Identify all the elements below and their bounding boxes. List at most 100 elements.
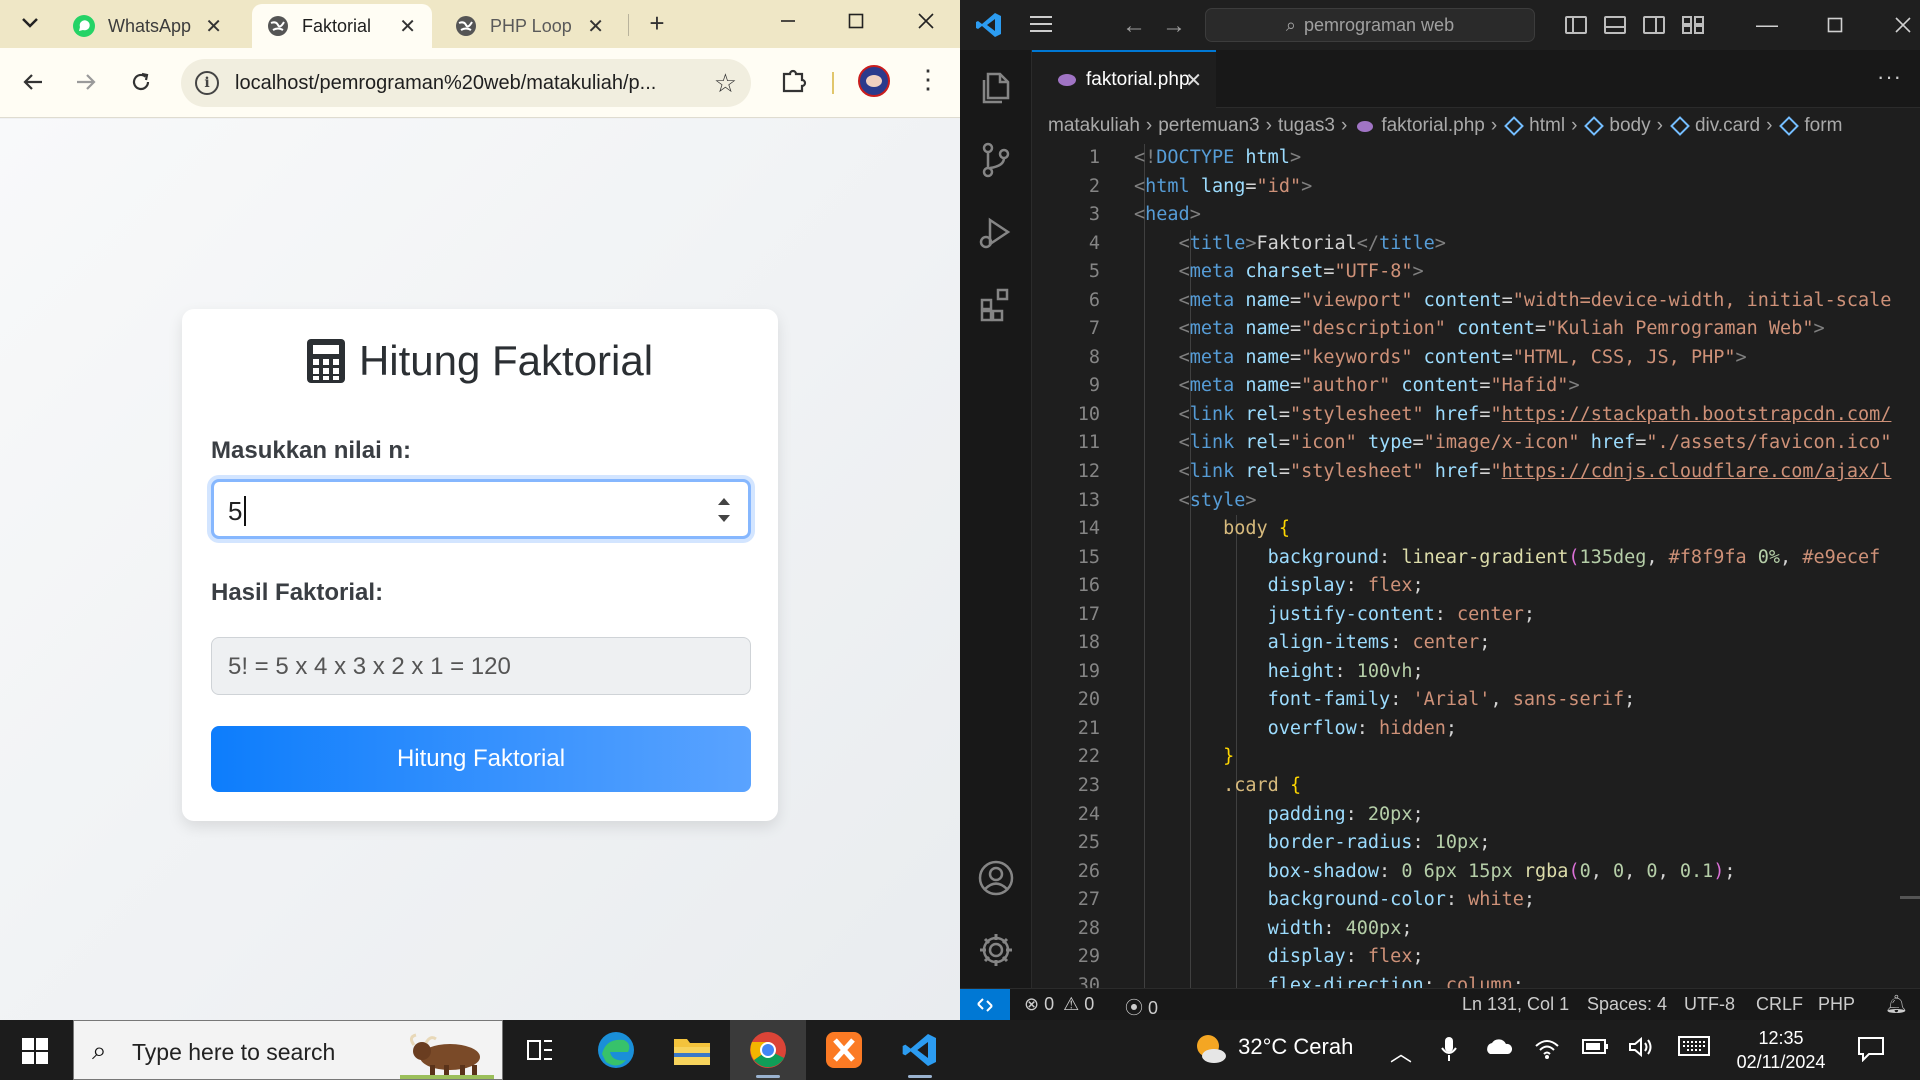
site-info-icon[interactable]: i xyxy=(195,71,219,95)
weather-widget[interactable]: 32°C Cerah xyxy=(1192,1032,1353,1064)
taskbar-edge[interactable] xyxy=(578,1020,654,1080)
url-text[interactable]: localhost/pemrograman%20web/matakuliah/p… xyxy=(235,72,685,95)
wifi-icon[interactable] xyxy=(1534,1036,1560,1066)
settings-gear-icon[interactable] xyxy=(976,930,1016,970)
indentation-status[interactable]: Spaces: 4 xyxy=(1587,994,1667,1015)
accounts-icon[interactable] xyxy=(976,858,1016,898)
tab-php-loop[interactable]: PHP Loop ✕ xyxy=(440,4,620,48)
notification-center-icon[interactable] xyxy=(1857,1036,1885,1068)
close-icon[interactable]: ✕ xyxy=(1185,68,1202,93)
more-actions-icon[interactable]: ··· xyxy=(1877,64,1902,90)
bell-icon[interactable]: 🔔︎ xyxy=(1885,994,1908,1015)
text-caret xyxy=(244,496,246,526)
reload-button[interactable] xyxy=(121,62,161,102)
problems-status[interactable]: ⊗ 0 ⚠ 0 xyxy=(1024,994,1094,1015)
extensions-icon[interactable] xyxy=(976,284,1016,324)
line-number: 9 xyxy=(1088,375,1100,397)
editor-tab-faktorial[interactable]: faktorial.php ✕ xyxy=(1032,50,1216,108)
chevron-up-icon[interactable]: ︿ xyxy=(1390,1036,1412,1068)
tab-faktorial[interactable]: Faktorial ✕ xyxy=(252,4,432,48)
line-number: 24 xyxy=(1077,803,1100,825)
taskbar-search-box[interactable]: ⌕ Type here to search xyxy=(73,1020,503,1080)
address-bar[interactable]: i localhost/pemrograman%20web/matakuliah… xyxy=(181,59,751,107)
maximize-button[interactable] xyxy=(826,0,886,42)
tab-search-button[interactable] xyxy=(12,6,48,40)
line-number: 1 xyxy=(1088,147,1100,168)
vscode-close-button[interactable] xyxy=(1883,8,1920,42)
task-view-button[interactable] xyxy=(502,1020,578,1080)
line-number: 30 xyxy=(1077,974,1100,988)
keyboard-icon[interactable] xyxy=(1678,1036,1710,1062)
tab-whatsapp[interactable]: WhatsApp ✕ xyxy=(58,4,238,48)
nav-forward-icon[interactable]: → xyxy=(1162,12,1186,40)
toggle-panel-icon[interactable] xyxy=(1604,16,1626,34)
language-mode[interactable]: PHP xyxy=(1818,994,1855,1015)
volume-icon[interactable] xyxy=(1628,1036,1654,1064)
breadcrumb-item[interactable]: matakuliah xyxy=(1048,115,1140,137)
remote-indicator[interactable] xyxy=(960,989,1010,1020)
extensions-puzzle-icon[interactable] xyxy=(780,66,808,94)
explorer-files-icon[interactable] xyxy=(976,68,1016,108)
back-button[interactable] xyxy=(13,62,53,102)
line-number: 6 xyxy=(1088,289,1100,311)
bull-illustration-icon xyxy=(400,1033,494,1079)
toggle-sidebar-icon[interactable] xyxy=(1565,16,1587,34)
microphone-icon[interactable] xyxy=(1440,1036,1458,1068)
web-page: Hitung Faktorial Masukkan nilai n: 5 Has… xyxy=(0,119,960,1020)
cursor-position[interactable]: Ln 131, Col 1 xyxy=(1462,994,1569,1015)
minimize-button[interactable] xyxy=(758,0,818,42)
close-icon[interactable]: ✕ xyxy=(399,14,416,39)
taskbar-vscode[interactable] xyxy=(882,1020,958,1080)
windows-start-icon[interactable] xyxy=(22,1038,48,1064)
line-number: 27 xyxy=(1077,889,1100,911)
number-spinner[interactable] xyxy=(718,496,732,524)
ports-status[interactable]: ⦿ 0 xyxy=(1125,994,1158,1020)
n-number-input[interactable]: 5 xyxy=(211,479,751,539)
source-control-icon[interactable] xyxy=(976,140,1016,180)
taskbar-clock[interactable]: 12:35 02/11/2024 xyxy=(1726,1026,1836,1074)
code-line: } xyxy=(1223,746,1235,768)
profile-avatar[interactable] xyxy=(858,65,890,97)
battery-icon[interactable] xyxy=(1582,1036,1610,1062)
bookmark-star-icon[interactable]: ☆ xyxy=(714,68,737,99)
eol-status[interactable]: CRLF xyxy=(1756,994,1803,1015)
command-center-search[interactable]: ⌕ pemrograman web xyxy=(1205,8,1535,42)
code-lines: <!DOCTYPE html> <html lang="id"> <head> … xyxy=(1134,144,1920,988)
taskbar-xampp[interactable] xyxy=(806,1020,882,1080)
run-debug-icon[interactable] xyxy=(976,212,1016,252)
breadcrumb-item[interactable]: form xyxy=(1804,115,1842,137)
code-line: width: 400px; xyxy=(1267,917,1413,939)
close-icon[interactable]: ✕ xyxy=(205,14,222,39)
menu-kebab-icon[interactable]: ⋮ xyxy=(915,66,941,92)
edge-browser-icon xyxy=(598,1032,634,1068)
scrollbar-slider[interactable] xyxy=(1900,896,1920,899)
breadcrumb-item[interactable]: div.card xyxy=(1695,115,1760,137)
breadcrumb-item[interactable]: pertemuan3 xyxy=(1158,115,1259,137)
vscode-minimize-button[interactable]: — xyxy=(1747,8,1787,42)
taskbar-chrome[interactable] xyxy=(730,1020,806,1080)
taskbar-file-explorer[interactable] xyxy=(654,1020,730,1080)
customize-layout-icon[interactable] xyxy=(1682,16,1704,34)
toggle-secondary-sidebar-icon[interactable] xyxy=(1643,16,1665,34)
vscode-maximize-button[interactable] xyxy=(1815,8,1855,42)
encoding-status[interactable]: UTF-8 xyxy=(1684,994,1735,1015)
close-icon[interactable]: ✕ xyxy=(587,14,604,39)
breadcrumb-item[interactable]: html xyxy=(1529,115,1565,137)
hamburger-menu-icon[interactable] xyxy=(1030,16,1052,32)
spinner-down-icon[interactable] xyxy=(718,515,730,522)
code-line: align-items: center; xyxy=(1267,632,1491,654)
breadcrumb-item[interactable]: tugas3 xyxy=(1278,115,1335,137)
onedrive-cloud-icon[interactable] xyxy=(1484,1036,1514,1062)
tab-title: Faktorial xyxy=(302,15,372,36)
line-number: 26 xyxy=(1077,860,1100,882)
nav-back-icon[interactable]: ← xyxy=(1122,12,1146,40)
broadcast-icon: ⦿ xyxy=(1125,998,1143,1018)
breadcrumb-item[interactable]: body xyxy=(1609,115,1650,137)
code-editor[interactable]: 1 2 3 4 5 6 7 8 9 10 11 12 13 14 15 16 1 xyxy=(1032,144,1920,988)
spinner-up-icon[interactable] xyxy=(718,498,730,505)
forward-button[interactable] xyxy=(66,62,106,102)
calculate-button[interactable]: Hitung Faktorial xyxy=(211,726,751,792)
breadcrumb-item[interactable]: faktorial.php xyxy=(1381,115,1485,137)
new-tab-button[interactable]: + xyxy=(640,6,674,40)
close-window-button[interactable] xyxy=(896,0,956,42)
